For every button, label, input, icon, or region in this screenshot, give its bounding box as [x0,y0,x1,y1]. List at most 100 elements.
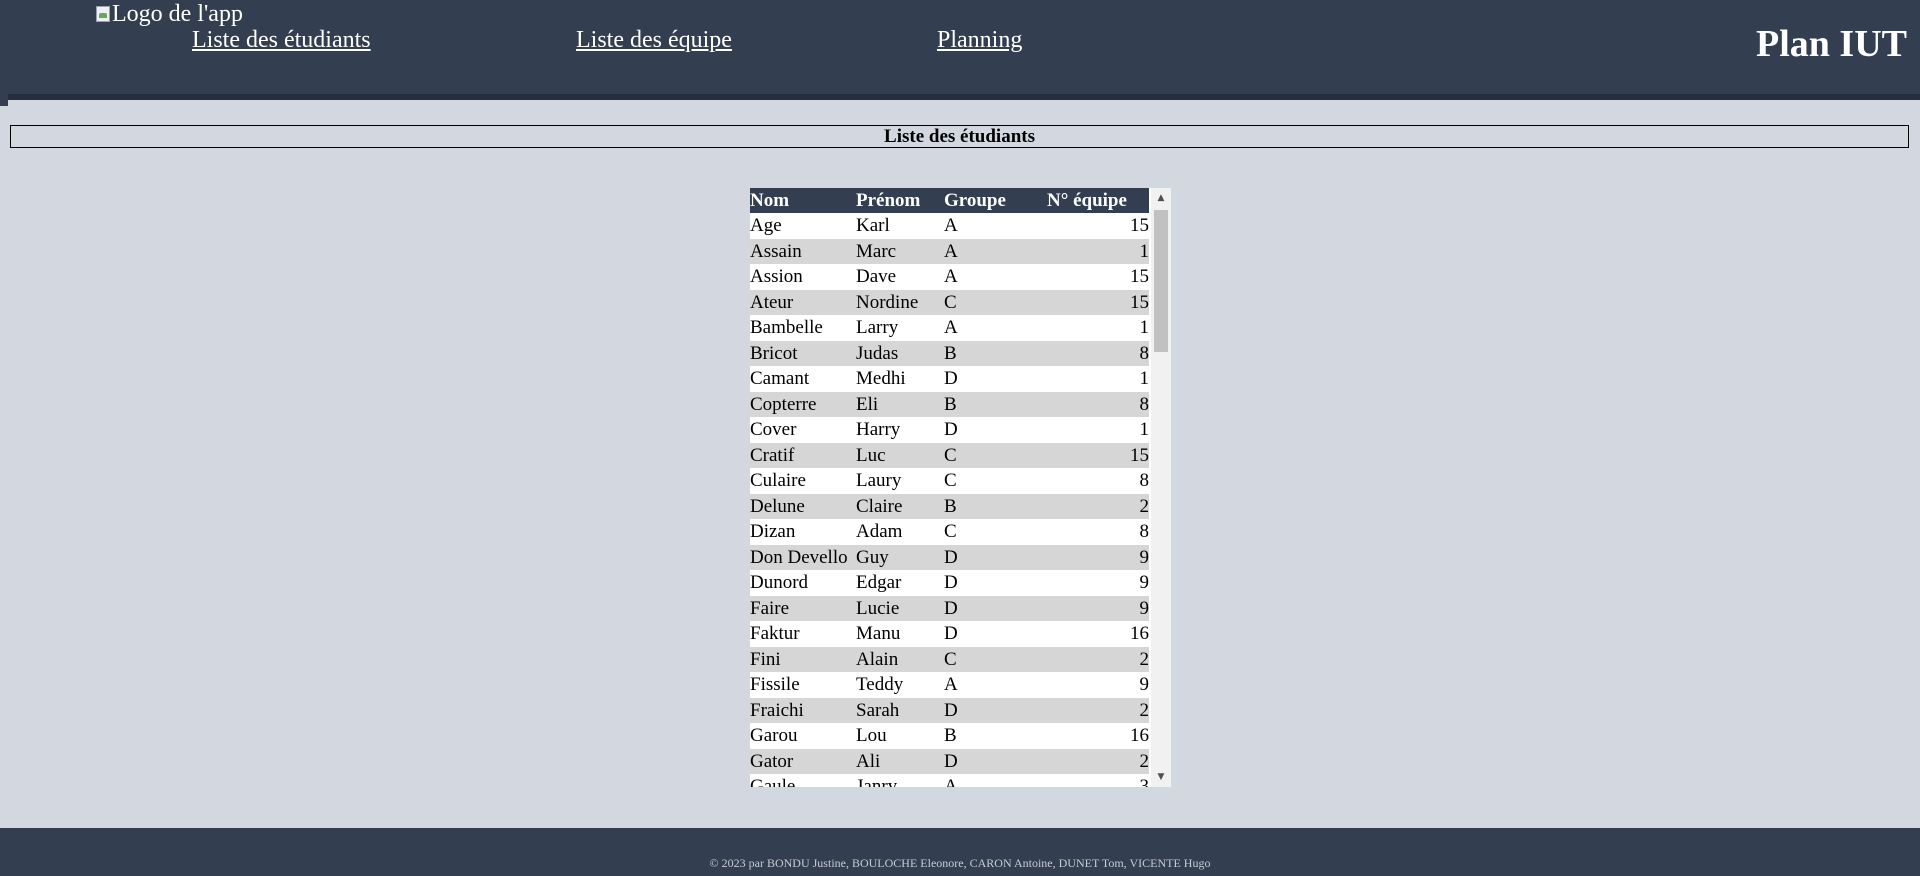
table-row: Delune Claire B 2 [750,493,1149,519]
cell-equipe: 15 [1047,264,1149,290]
cell-prenom: Laury [856,468,944,494]
cell-equipe: 8 [1047,519,1149,545]
table-row: Cratif Luc C 15 [750,442,1149,468]
cell-groupe: D [944,748,1047,774]
cell-groupe: C [944,289,1047,315]
cell-equipe: 8 [1047,391,1149,417]
cell-prenom: Claire [856,493,944,519]
cell-groupe: B [944,340,1047,366]
cell-nom: Bambelle [750,315,856,341]
cell-equipe: 2 [1047,646,1149,672]
table-row: Ateur Nordine C 15 [750,289,1149,315]
table-scrollbar[interactable]: ▲ ▼ [1151,188,1171,787]
broken-image-icon [96,6,110,22]
table-row: Don Devello Guy D 9 [750,544,1149,570]
cell-nom: Copterre [750,391,856,417]
cell-equipe: 15 [1047,213,1149,239]
nav-link-planning[interactable]: Planning [937,27,1022,54]
table-row: Faire Lucie D 9 [750,595,1149,621]
table-row: Fini Alain C 2 [750,646,1149,672]
cell-prenom: Teddy [856,672,944,698]
table-row: Gator Ali D 2 [750,748,1149,774]
cell-equipe: 2 [1047,697,1149,723]
table-row: Cover Harry D 1 [750,417,1149,443]
cell-nom: Age [750,213,856,239]
cell-equipe: 3 [1047,774,1149,787]
cell-nom: Dizan [750,519,856,545]
column-header-groupe[interactable]: Groupe [944,188,1047,213]
cell-prenom: Larry [856,315,944,341]
cell-groupe: D [944,697,1047,723]
students-table: Nom Prénom Groupe N° équipe Age Karl A 15 As… [750,188,1149,787]
page-title: Liste des étudiants [10,125,1909,148]
table-row: Dizan Adam C 8 [750,519,1149,545]
cell-nom: Faktur [750,621,856,647]
header-edge [0,94,8,106]
cell-prenom: Ali [856,748,944,774]
cell-nom: Bricot [750,340,856,366]
cell-prenom: Eli [856,391,944,417]
table-row: Age Karl A 15 [750,213,1149,239]
cell-groupe: B [944,391,1047,417]
table-row: Camant Medhi D 1 [750,366,1149,392]
cell-equipe: 9 [1047,570,1149,596]
cell-groupe: A [944,774,1047,787]
column-header-equipe[interactable]: N° équipe [1047,188,1149,213]
cell-prenom: Alain [856,646,944,672]
footer: © 2023 par BONDU Justine, BOULOCHE Eleon… [0,828,1920,876]
cell-prenom: Karl [856,213,944,239]
cell-nom: Garou [750,723,856,749]
table-row: Bambelle Larry A 1 [750,315,1149,341]
site-title: Plan IUT [1756,23,1907,65]
cell-prenom: Medhi [856,366,944,392]
cell-equipe: 2 [1047,493,1149,519]
table-header-row: Nom Prénom Groupe N° équipe [750,188,1149,213]
cell-prenom: Lou [856,723,944,749]
table-row: Gaule Janry A 3 [750,774,1149,787]
cell-groupe: B [944,493,1047,519]
triangle-down-icon[interactable]: ▼ [1151,767,1171,787]
table-row: Assion Dave A 15 [750,264,1149,290]
cell-prenom: Harry [856,417,944,443]
students-table-container[interactable]: Nom Prénom Groupe N° équipe Age Karl A 15 As… [750,188,1171,787]
cell-nom: Fissile [750,672,856,698]
table-row: Assain Marc A 1 [750,238,1149,264]
cell-equipe: 2 [1047,748,1149,774]
cell-nom: Ateur [750,289,856,315]
cell-groupe: A [944,238,1047,264]
cell-groupe: D [944,366,1047,392]
cell-groupe: A [944,315,1047,341]
scrollbar-thumb[interactable] [1154,210,1168,352]
cell-equipe: 16 [1047,723,1149,749]
cell-nom: Fraichi [750,697,856,723]
cell-nom: Don Devello [750,544,856,570]
table-row: Garou Lou B 16 [750,723,1149,749]
column-header-prenom[interactable]: Prénom [856,188,944,213]
table-row: Dunord Edgar D 9 [750,570,1149,596]
cell-equipe: 9 [1047,595,1149,621]
cell-groupe: C [944,442,1047,468]
cell-nom: Faire [750,595,856,621]
cell-equipe: 15 [1047,289,1149,315]
column-header-nom[interactable]: Nom [750,188,856,213]
triangle-up-icon[interactable]: ▲ [1151,188,1171,208]
cell-nom: Gaule [750,774,856,787]
cell-prenom: Judas [856,340,944,366]
cell-prenom: Guy [856,544,944,570]
cell-prenom: Nordine [856,289,944,315]
cell-groupe: B [944,723,1047,749]
cell-groupe: C [944,468,1047,494]
cell-nom: Cratif [750,442,856,468]
cell-nom: Camant [750,366,856,392]
cell-groupe: D [944,417,1047,443]
cell-groupe: C [944,519,1047,545]
cell-groupe: D [944,595,1047,621]
table-row: Copterre Eli B 8 [750,391,1149,417]
cell-groupe: D [944,621,1047,647]
nav-link-students[interactable]: Liste des étudiants [192,27,371,54]
nav-link-teams[interactable]: Liste des équipe [576,27,732,54]
cell-groupe: C [944,646,1047,672]
app-logo[interactable]: Logo de l'app [96,0,243,28]
cell-groupe: D [944,570,1047,596]
cell-prenom: Sarah [856,697,944,723]
